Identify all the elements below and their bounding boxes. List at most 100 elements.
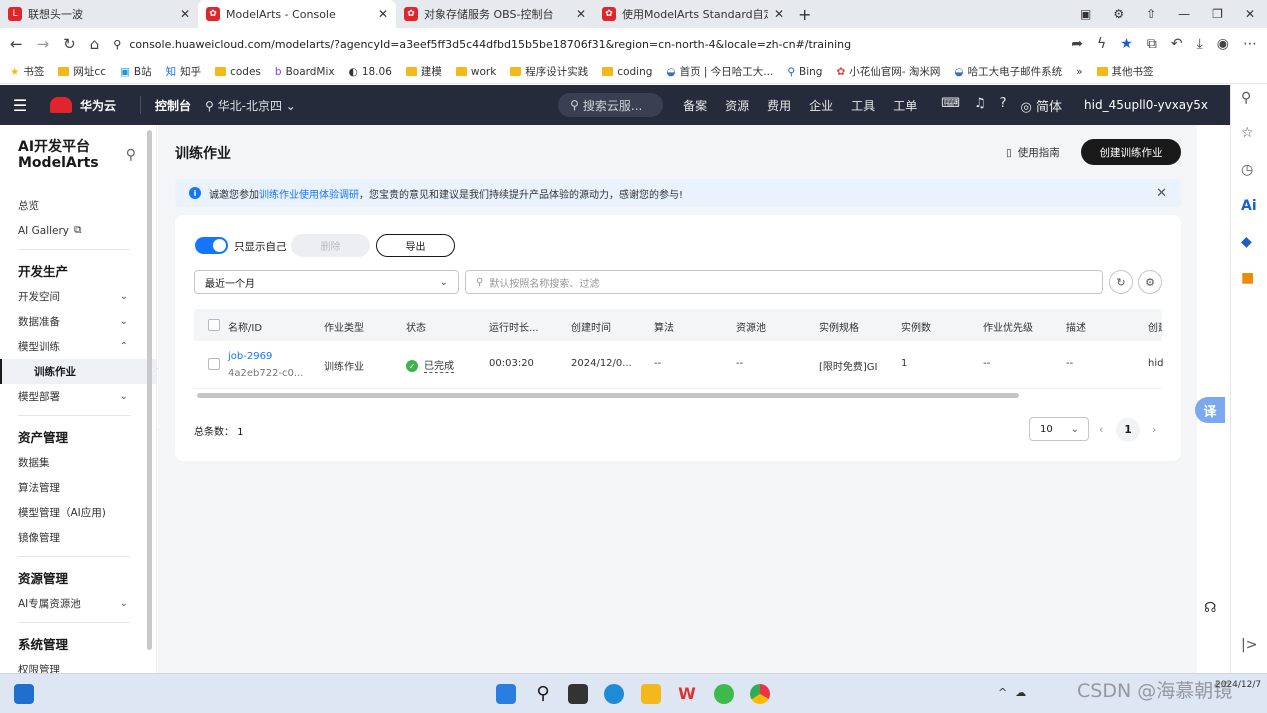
nav-resources[interactable]: 资源 [725,97,749,114]
headset-icon[interactable]: ☊ [1204,600,1216,616]
history-icon[interactable]: ◷ [1241,162,1253,178]
create-training-job-button[interactable]: 创建训练作业 [1081,139,1181,165]
bookmark-item[interactable]: ✿ 小花仙官网- 淘米网 [836,64,940,79]
time-range-select[interactable]: 最近一个月 ⌄ [194,270,459,294]
huawei-cloud-logo[interactable]: 华为云 [40,97,126,114]
translate-button[interactable]: 译 [1195,397,1225,423]
nav-billing[interactable]: 费用 [767,97,791,114]
extensions-icon[interactable]: ⚙ [1113,7,1124,21]
only-mine-toggle[interactable] [195,237,228,254]
bookmark-item[interactable]: ⚲ Bing [787,66,822,78]
sidebar-item-dev-space[interactable]: 开发空间 ⌄ [0,284,156,309]
browser-tab[interactable]: L 联想头一波 ✕ [0,0,198,28]
sidebar-item-data-prep[interactable]: 数据准备 ⌄ [0,309,156,334]
col-name[interactable]: 名称/ID [228,319,262,334]
bookmarks-overflow-icon[interactable]: » [1076,66,1082,78]
language-selector[interactable]: ◎ 简体 [1021,96,1063,115]
ai-icon[interactable]: Ai [1241,198,1257,214]
job-name-link[interactable]: job-2969 [228,351,272,362]
url-field[interactable]: ⚲ console.huaweicloud.com/modelarts/?agen… [113,31,1057,57]
home-icon[interactable]: ⌂ [90,35,100,53]
edge-icon[interactable] [604,684,624,704]
survey-link[interactable]: 训练作业使用体验调研 [259,190,359,201]
table-horizontal-scrollbar[interactable] [197,393,1019,398]
maximize-icon[interactable]: ❐ [1212,7,1223,21]
reload-icon[interactable]: ↻ [63,35,76,53]
close-window-icon[interactable]: ✕ [1245,7,1255,21]
nav-tickets[interactable]: 工单 [893,97,917,114]
sidebar-item-training-jobs[interactable]: 训练作业 [0,359,156,384]
search-icon[interactable]: ⚲ [533,684,553,704]
sidebar-item-ai-gallery[interactable]: AI Gallery ⧉ [0,218,156,243]
close-tab-icon[interactable]: ✕ [576,7,586,21]
sidebar-item-model-training[interactable]: 模型训练 ⌃ [0,334,156,359]
download-icon[interactable]: ⤓ [1197,36,1203,52]
col-status[interactable]: 状态 [406,319,426,334]
console-link[interactable]: 控制台 [155,97,191,114]
new-tab-icon[interactable]: + [798,5,811,24]
file-explorer-icon[interactable] [641,684,661,704]
help-icon[interactable]: ? [1000,96,1007,115]
cloud-icon[interactable]: ☁ [1015,686,1026,699]
page-number[interactable]: 1 [1116,418,1140,442]
bookmark-item[interactable]: ★ 书签 [10,64,44,79]
col-description[interactable]: 描述 [1066,319,1086,334]
windows-start-icon[interactable] [496,684,516,704]
bookmark-item[interactable]: ◐ 18.06 [349,66,392,78]
collapse-sidebar-icon[interactable]: |> [1241,637,1257,653]
sidebar-item-overview[interactable]: 总览 [0,193,156,218]
close-tab-icon[interactable]: ✕ [774,7,784,21]
sidebar-scrollbar[interactable] [147,130,152,650]
bookmark-item[interactable]: 网址cc [58,64,106,79]
bookmark-item[interactable]: b BoardMix [275,66,335,78]
share-icon[interactable]: ➦ [1071,36,1083,52]
browser-tab-active[interactable]: ✿ ModelArts - Console ✕ [198,0,396,28]
region-selector[interactable]: ⚲ 华北-北京四 ⌄ [205,97,296,114]
user-account[interactable]: hid_45upll0-yvxay5x [1084,98,1208,112]
nav-enterprise[interactable]: 企业 [809,97,833,114]
sidebar-item-images[interactable]: 镜像管理 [0,525,156,550]
col-spec[interactable]: 实例规格 [819,319,859,334]
sidebar-item-permissions[interactable]: 权限管理 [0,657,156,673]
tab-actions-icon[interactable]: ▣ [1080,7,1091,21]
pin-icon[interactable]: ⇧ [1146,7,1156,21]
back-icon[interactable]: ← [10,35,23,53]
minimize-icon[interactable]: — [1178,7,1190,21]
col-count[interactable]: 实例数 [901,319,931,334]
col-duration[interactable]: 运行时长... [489,319,539,334]
nav-record[interactable]: 备案 [683,97,707,114]
col-created[interactable]: 创建时间 [571,319,611,334]
wps-icon[interactable]: W [677,684,697,704]
col-pool[interactable]: 资源池 [736,319,766,334]
sidebar-item-model-deploy[interactable]: 模型部署 ⌄ [0,384,156,409]
bookmark-item[interactable]: work [455,66,496,78]
settings-button[interactable]: ⚙ [1138,270,1162,294]
search-input[interactable]: ⚲ 默认按照名称搜索、过滤 [465,270,1103,294]
guide-link[interactable]: ▯ 使用指南 [1006,145,1060,160]
row-checkbox[interactable] [208,358,220,370]
sidebar-item-resource-pool[interactable]: AI专属资源池 ⌄ [0,591,156,616]
refresh-button[interactable]: ↻ [1109,270,1133,294]
favorite-star-icon[interactable]: ★ [1120,36,1133,52]
bookmark-item[interactable]: ◒ 哈工大电子邮件系统 [954,64,1062,79]
cloud-search[interactable]: ⚲ 搜索云服... [558,93,664,117]
prev-page-icon[interactable]: ‹ [1099,423,1103,436]
browser-tab[interactable]: ✿使用ModelArts Standard自定义✕ [594,0,792,28]
window-icon[interactable] [568,684,588,704]
bookmark-item[interactable]: ▣ B站 [120,64,152,79]
undo-icon[interactable]: ↶ [1171,36,1183,52]
more-icon[interactable]: ⋯ [1243,36,1257,52]
delete-button[interactable]: 删除 [291,234,370,257]
page-size-select[interactable]: 10 ⌄ [1029,417,1089,441]
chevron-up-icon[interactable]: ^ [998,686,1007,699]
col-algorithm[interactable]: 算法 [654,319,674,334]
search-icon[interactable]: ⚲ [126,147,136,163]
bell-icon[interactable]: ♫ [974,96,986,115]
col-creator[interactable]: 创建 [1148,319,1162,334]
search-icon[interactable]: ⚲ [1241,90,1251,106]
lightning-icon[interactable]: ϟ [1097,36,1106,52]
sidebar-item-algorithms[interactable]: 算法管理 [0,475,156,500]
other-bookmarks[interactable]: 其他书签 [1096,64,1154,79]
select-all-checkbox[interactable] [208,319,220,331]
bookmark-item[interactable]: 知知乎 [166,64,202,79]
